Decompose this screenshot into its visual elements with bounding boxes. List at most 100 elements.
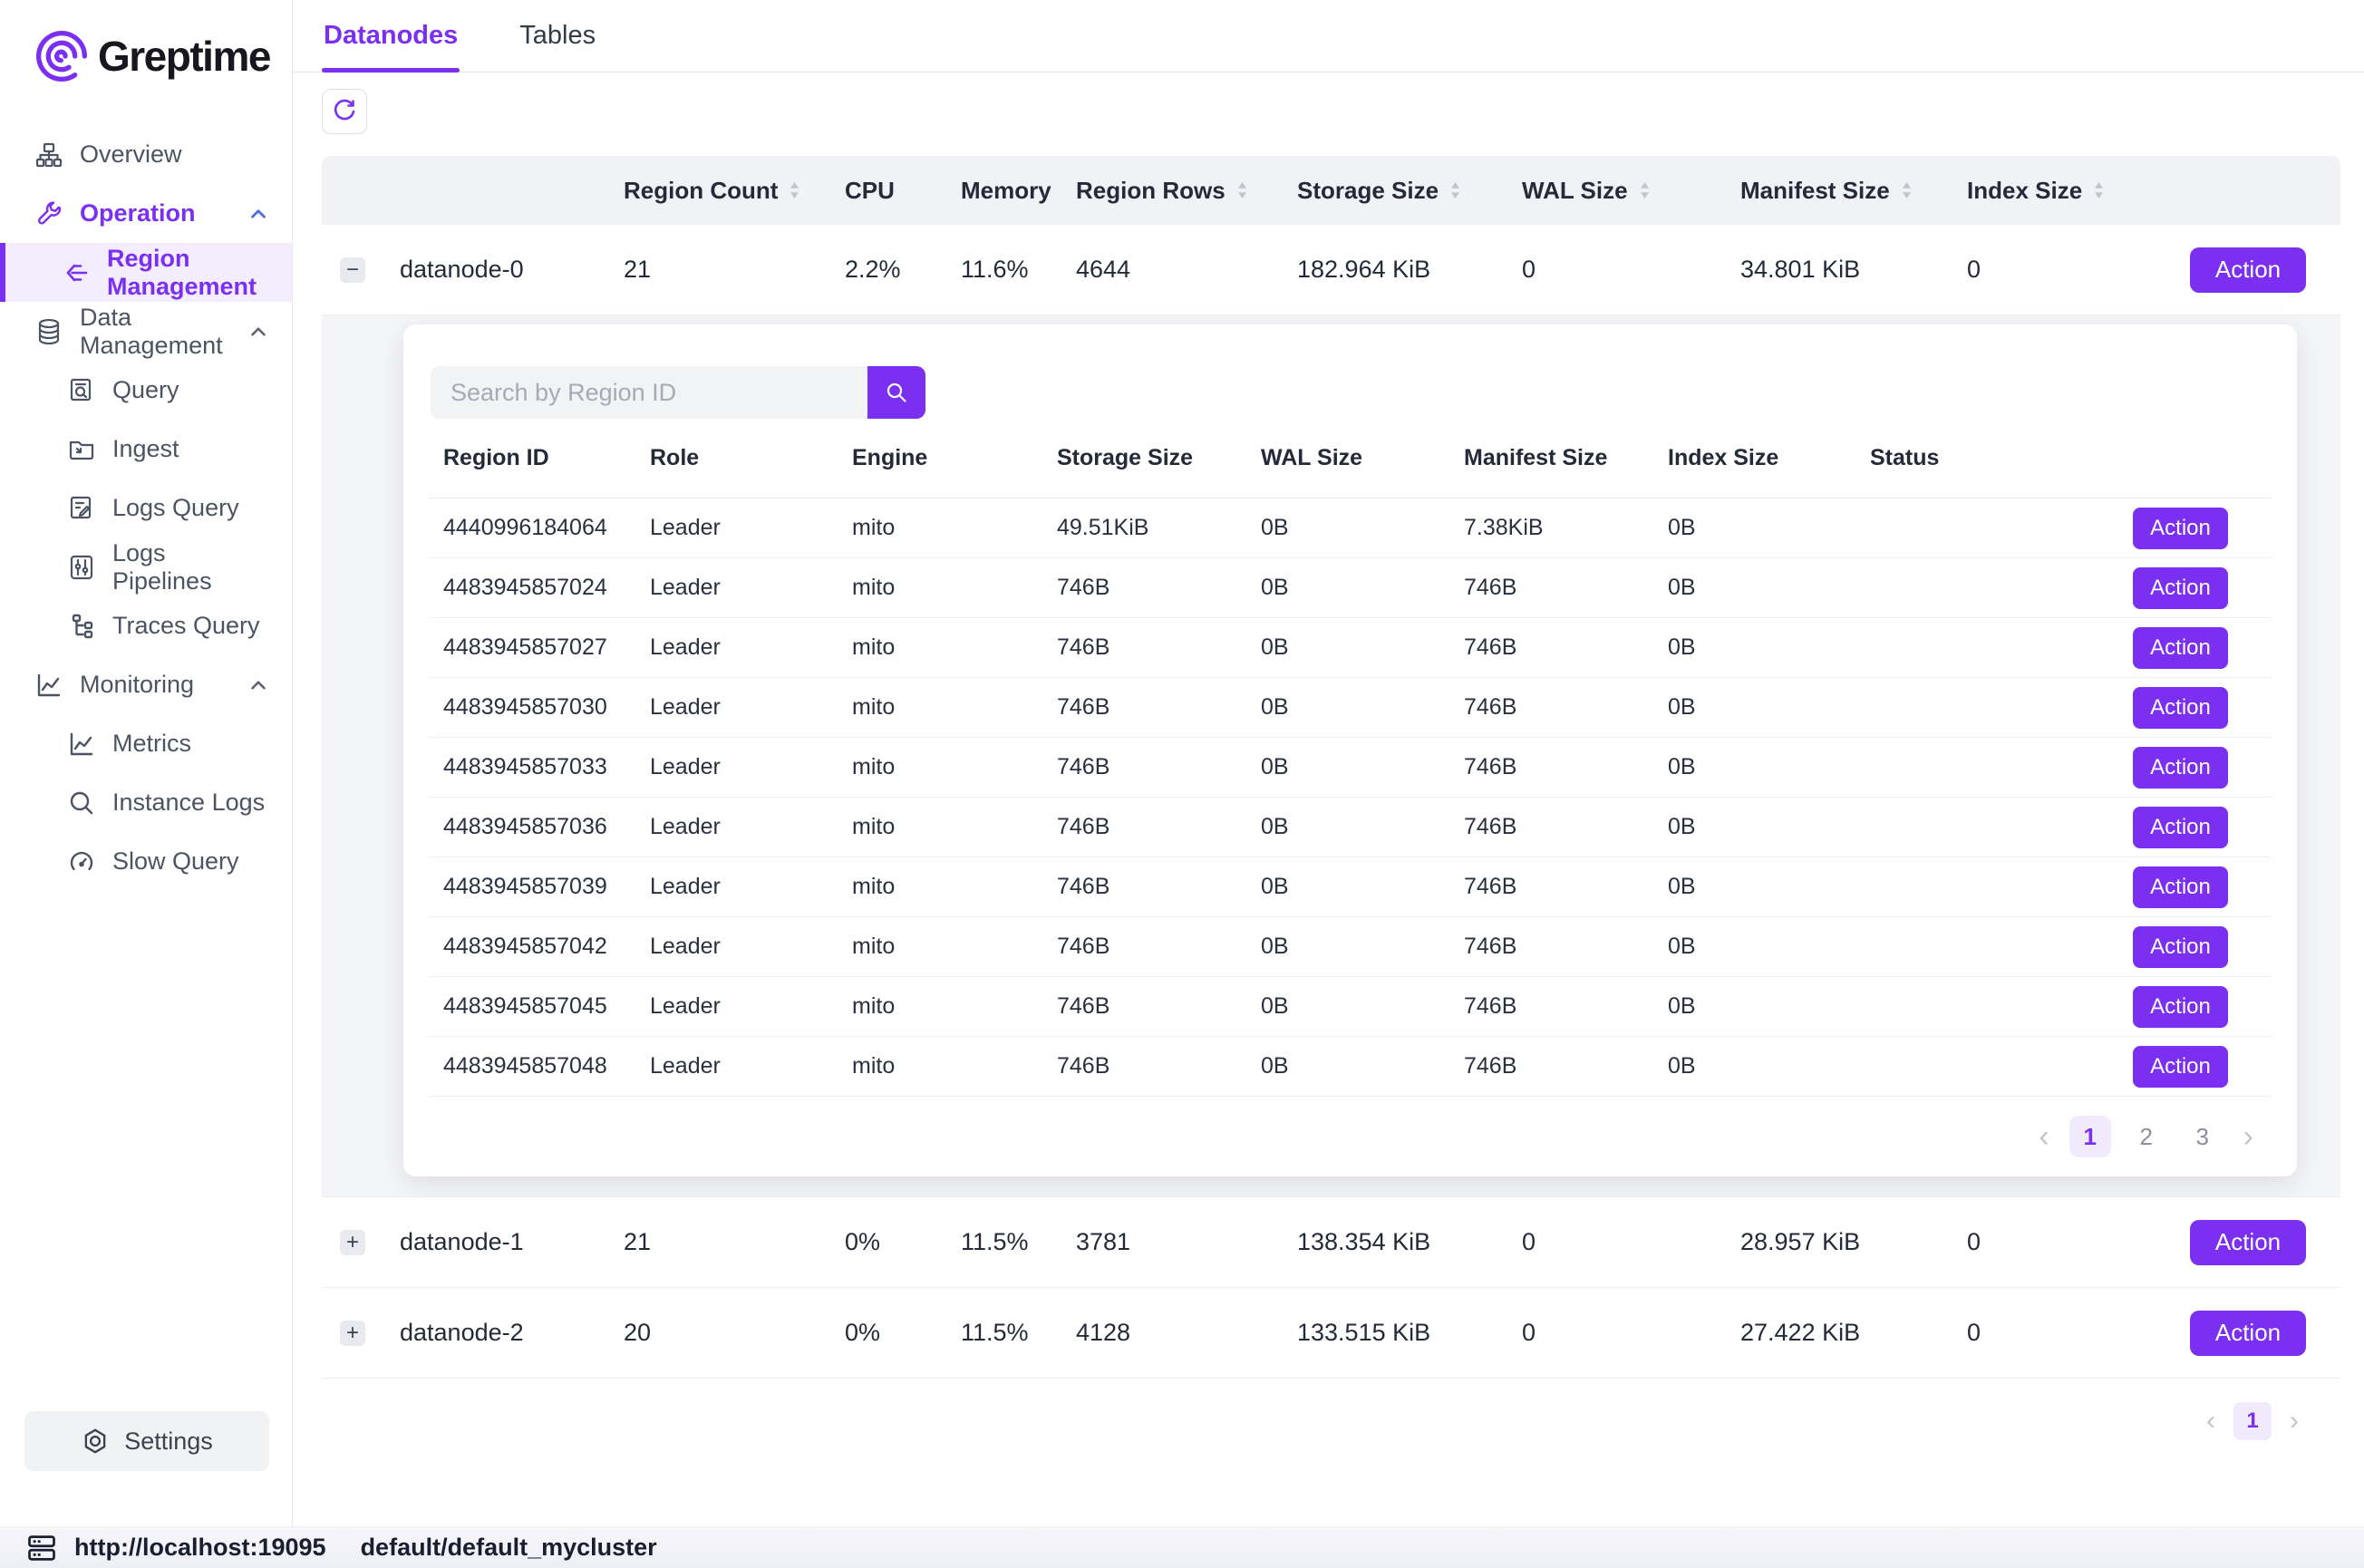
region-action-button[interactable]: Action	[2133, 627, 2228, 669]
cpu-value: 0%	[845, 1228, 961, 1256]
region-action-button[interactable]: Action	[2133, 926, 2228, 968]
settings-button[interactable]: Settings	[24, 1411, 269, 1471]
toolbar	[293, 73, 2364, 134]
row-expander-button[interactable]: −	[340, 257, 365, 283]
tab-tables[interactable]: Tables	[518, 0, 597, 72]
sidebar-item-metrics[interactable]: Metrics	[0, 714, 292, 773]
pagination-page-2[interactable]: 2	[2126, 1116, 2167, 1157]
sort-icon[interactable]	[1901, 182, 1913, 198]
sidebar-item-monitoring[interactable]: Monitoring	[0, 655, 292, 714]
region-id-value: 4440996184064	[443, 515, 650, 541]
sidebar-item-ingest[interactable]: Ingest	[0, 420, 292, 479]
pagination-prev-icon[interactable]: ‹	[2033, 1119, 2054, 1155]
tab-label: Datanodes	[324, 21, 458, 51]
sidebar-item-region-management[interactable]: Region Management	[0, 243, 292, 302]
sort-icon[interactable]	[789, 182, 800, 198]
chevron-up-icon[interactable]	[247, 320, 270, 344]
tab-datanodes[interactable]: Datanodes	[322, 0, 460, 72]
storage-size-value: 746B	[1057, 934, 1261, 960]
sort-icon[interactable]	[1449, 182, 1461, 198]
region-search-input[interactable]	[431, 366, 867, 419]
sidebar-item-traces-query[interactable]: Traces Query	[0, 596, 292, 655]
index-size-value: 0B	[1668, 634, 1870, 661]
chart-line-icon	[34, 671, 63, 700]
region-action-button[interactable]: Action	[2133, 747, 2228, 789]
engine-value: mito	[852, 814, 1057, 840]
sort-icon[interactable]	[2093, 182, 2105, 198]
sort-icon[interactable]	[1236, 182, 1248, 198]
endpoint-status: http://localhost:19095	[25, 1532, 326, 1564]
region-row: 4483945857024 Leader mito 746B 0B 746B 0…	[429, 558, 2272, 618]
region-action-button[interactable]: Action	[2133, 807, 2228, 848]
row-expander-button[interactable]: +	[340, 1321, 365, 1346]
region-rows-value: 4128	[1076, 1319, 1297, 1347]
sidebar-item-instance-logs[interactable]: Instance Logs	[0, 773, 292, 832]
column-label: Region Count	[624, 177, 778, 205]
tab-bar: Datanodes Tables	[293, 0, 2364, 73]
sidebar-item-data-management[interactable]: Data Management	[0, 302, 292, 361]
manifest-size-value: 34.801 KiB	[1740, 256, 1967, 284]
sidebar-item-label: Monitoring	[80, 671, 194, 699]
chevron-up-icon[interactable]	[247, 202, 270, 226]
region-action-button[interactable]: Action	[2133, 866, 2228, 908]
region-count-value: 21	[624, 1228, 845, 1256]
wal-size-value: 0B	[1261, 993, 1464, 1020]
refresh-button[interactable]	[322, 89, 367, 134]
datanode-row: − datanode-0 21 2.2% 11.6% 4644 182.964 …	[322, 225, 2340, 315]
index-size-value: 0B	[1668, 754, 1870, 780]
chevron-up-icon[interactable]	[247, 673, 270, 697]
row-expander-button[interactable]: +	[340, 1230, 365, 1255]
pagination-page-1[interactable]: 1	[2069, 1116, 2111, 1157]
region-action-button[interactable]: Action	[2133, 687, 2228, 729]
region-action-button[interactable]: Action	[2133, 567, 2228, 609]
tab-label: Tables	[519, 21, 596, 51]
region-id-value: 4483945857036	[443, 814, 650, 840]
region-action-button[interactable]: Action	[2133, 986, 2228, 1028]
pagination-prev-icon[interactable]: ‹	[2201, 1406, 2221, 1437]
storage-size-value: 138.354 KiB	[1297, 1228, 1522, 1256]
column-header-region-count: Region Count	[624, 177, 845, 205]
column-header-storage-size: Storage Size	[1297, 177, 1522, 205]
datanode-row: + datanode-1 21 0% 11.5% 3781 138.354 Ki…	[322, 1197, 2340, 1288]
pagination-next-icon[interactable]: ›	[2238, 1119, 2259, 1155]
datanode-action-button[interactable]: Action	[2190, 1220, 2306, 1265]
role-value: Leader	[650, 575, 852, 601]
storage-size-value: 746B	[1057, 694, 1261, 721]
pagination-page-1[interactable]: 1	[2233, 1402, 2272, 1440]
expanded-region-panel: Region ID Role Engine Storage Size WAL S…	[322, 315, 2340, 1197]
manifest-size-value: 27.422 KiB	[1740, 1319, 1967, 1347]
region-row: 4483945857030 Leader mito 746B 0B 746B 0…	[429, 678, 2272, 738]
index-size-value: 0	[1967, 1319, 2188, 1347]
region-action-button[interactable]: Action	[2133, 1046, 2228, 1088]
region-search-button[interactable]	[867, 366, 925, 419]
cluster-name: default/default_mycluster	[361, 1534, 657, 1562]
region-row: 4440996184064 Leader mito 49.51KiB 0B 7.…	[429, 498, 2272, 558]
manifest-size-value: 746B	[1464, 1053, 1668, 1079]
sitemap-icon	[34, 140, 63, 169]
manifest-size-value: 746B	[1464, 934, 1668, 960]
sidebar-item-query[interactable]: Query	[0, 361, 292, 420]
region-id-value: 4483945857045	[443, 993, 650, 1020]
datanode-action-button[interactable]: Action	[2190, 247, 2306, 293]
region-action-button[interactable]: Action	[2133, 508, 2228, 549]
storage-size-value: 49.51KiB	[1057, 515, 1261, 541]
pagination-next-icon[interactable]: ›	[2284, 1406, 2304, 1437]
pagination-page-3[interactable]: 3	[2182, 1116, 2224, 1157]
wal-size-value: 0B	[1261, 874, 1464, 900]
sidebar-item-logs-query[interactable]: Logs Query	[0, 479, 292, 537]
region-count-value: 21	[624, 256, 845, 284]
datanode-action-button[interactable]: Action	[2190, 1311, 2306, 1356]
sidebar-item-overview[interactable]: Overview	[0, 125, 292, 184]
sidebar-item-label: Ingest	[112, 435, 179, 463]
region-id-value: 4483945857042	[443, 934, 650, 960]
sort-icon[interactable]	[1639, 182, 1651, 198]
sidebar-item-operation[interactable]: Operation	[0, 184, 292, 243]
sidebar-item-logs-pipelines[interactable]: Logs Pipelines	[0, 537, 292, 596]
sidebar-item-label: Logs Query	[112, 494, 239, 522]
sidebar-item-slow-query[interactable]: Slow Query	[0, 832, 292, 891]
role-value: Leader	[650, 754, 852, 780]
sidebar-item-label: Instance Logs	[112, 789, 265, 817]
datanode-name: datanode-1	[400, 1228, 624, 1256]
cpu-value: 2.2%	[845, 256, 961, 284]
index-size-value: 0B	[1668, 694, 1870, 721]
